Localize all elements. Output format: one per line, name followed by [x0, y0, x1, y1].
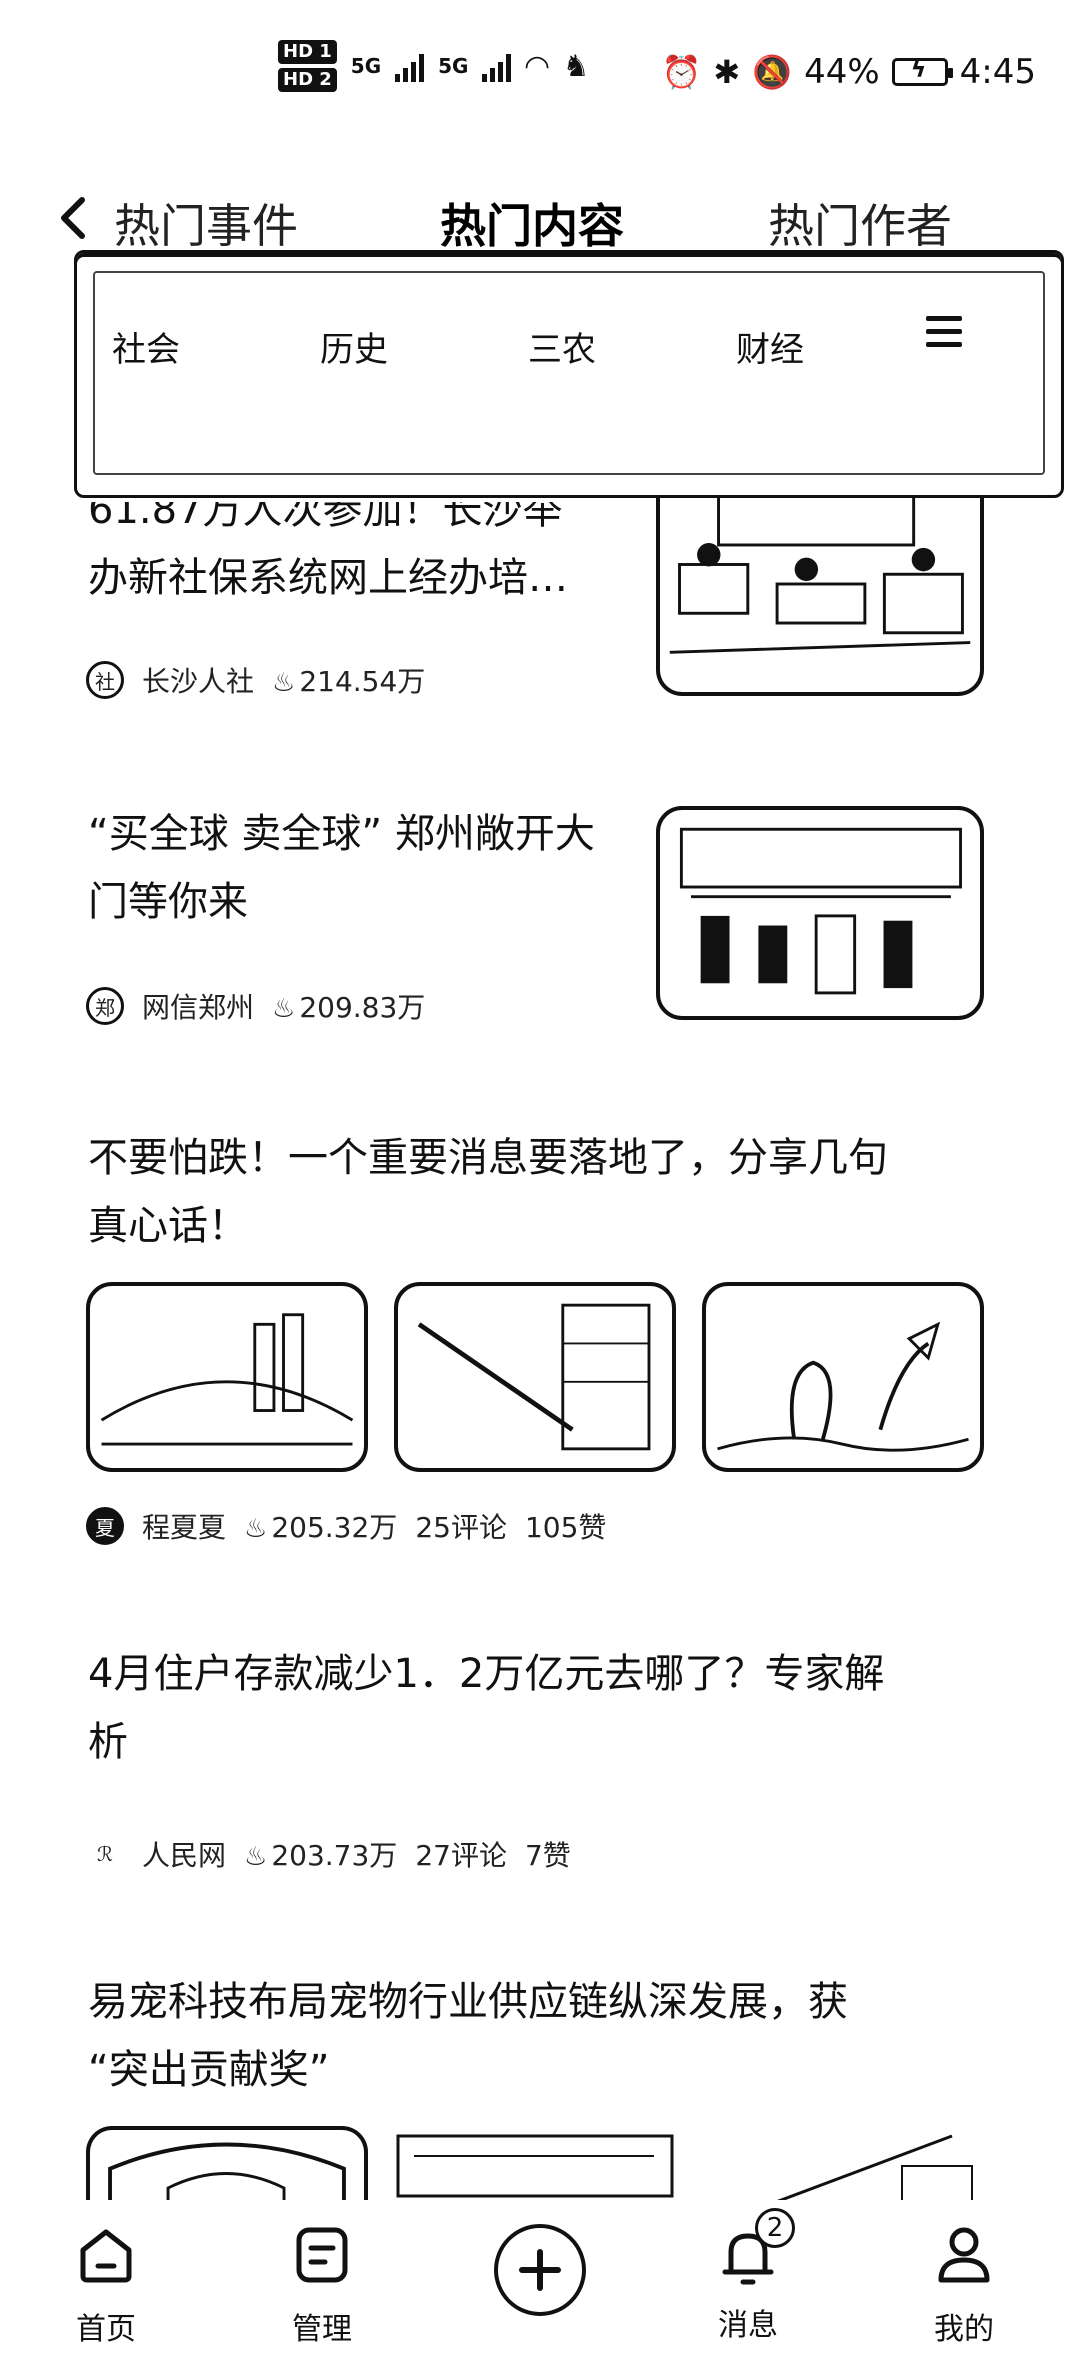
article-meta: 郑 网信郑州 ♨ 209.83万 [86, 986, 425, 1026]
nav-me[interactable]: 我的 [904, 2220, 1024, 2348]
nav-messages[interactable]: 2 消息 [688, 2208, 808, 2344]
views: ♨ 205.32万 [244, 1511, 398, 1544]
expo-image [679, 827, 962, 995]
back-icon[interactable] [54, 194, 94, 242]
views: ♨ 214.54万 [272, 665, 426, 698]
bluetooth-icon: ✱ [713, 53, 741, 91]
signal-icon-2 [482, 50, 512, 82]
tab-hot-authors[interactable]: 热门作者 [768, 190, 952, 256]
battery-icon [891, 55, 953, 86]
article-title-line2: 门等你来 [88, 879, 248, 925]
bottom-nav: 首页 管理 2 消息 我的 [0, 2200, 1080, 2376]
category-agriculture[interactable]: 三农 [528, 322, 596, 371]
nav-home-label: 首页 [76, 2312, 136, 2347]
wifi-icon: ◠ [525, 48, 549, 84]
article-title-line1: 易宠科技布局宠物行业供应链纵深发展，获 [88, 1979, 848, 2025]
nav-manage[interactable]: 管理 [262, 2220, 382, 2348]
plus-icon [519, 2249, 561, 2291]
nav-home[interactable]: 首页 [46, 2220, 166, 2348]
avatar: 夏 [86, 1507, 124, 1545]
fire-icon: ♨ [244, 1842, 268, 1872]
avatar: 郑 [86, 987, 124, 1025]
alarm-icon: ⏰ [661, 53, 702, 91]
user-icon [938, 2227, 990, 2283]
article-title-line2: 析 [88, 1719, 128, 1765]
mute-icon: 🔕 [752, 53, 793, 91]
create-button[interactable] [494, 2224, 586, 2316]
article-title-line2: “突出贡献奖” [88, 2047, 330, 2093]
article-thumbnail[interactable] [394, 1282, 676, 1472]
article-title-line1: 不要怕跌！一个重要消息要落地了，分享几句 [88, 1135, 888, 1181]
article-thumbnail[interactable] [86, 1282, 368, 1472]
home-icon [80, 2229, 132, 2283]
article-meta: 社 长沙人社 ♨ 214.54万 [86, 660, 425, 700]
article-thumbnail[interactable] [702, 1282, 984, 1472]
like-count: 7赞 [524, 1839, 571, 1872]
fire-icon: ♨ [272, 994, 296, 1024]
net1-label: 5G [350, 54, 382, 78]
author-name: 程夏夏 [142, 1511, 227, 1544]
buildings-image [417, 1303, 651, 1451]
article-card[interactable]: 4月住户存款减少1．2万亿元去哪了？专家解 析 [88, 1640, 992, 1776]
tab-hot-events[interactable]: 热门事件 [114, 190, 298, 256]
bull-bear-image [717, 1321, 969, 1452]
classroom-image [669, 494, 971, 654]
nav-messages-label: 消息 [718, 2308, 778, 2343]
article-title-line2: 办新社保系统网上经办培… [88, 555, 568, 601]
nav-manage-label: 管理 [292, 2312, 352, 2347]
author-name: 长沙人社 [142, 665, 255, 698]
like-count: 105赞 [524, 1511, 607, 1544]
bell-icon-wrap: 2 [713, 2208, 795, 2290]
category-finance[interactable]: 财经 [736, 322, 804, 371]
net2-label: 5G [438, 54, 469, 78]
author-name: 人民网 [142, 1839, 227, 1872]
category-popup-inner [93, 271, 1045, 475]
tab-hot-content[interactable]: 热门内容 [440, 190, 624, 256]
manage-icon [296, 2227, 348, 2283]
penguin-icon: ♞ [562, 48, 590, 84]
header: 热门事件 热门内容 热门作者 [0, 180, 1080, 260]
hd2-indicator: HD 2 [278, 68, 337, 92]
article-card[interactable]: 易宠科技布局宠物行业供应链纵深发展，获 “突出贡献奖” [88, 1968, 992, 2104]
comment-count: 25评论 [415, 1511, 507, 1544]
avatar: ℛ [86, 1835, 124, 1873]
nav-me-label: 我的 [934, 2312, 994, 2347]
message-badge: 2 [755, 2208, 795, 2248]
avatar: 社 [86, 661, 124, 699]
status-bar: HD 1 HD 2 5G 5G ◠ ♞ ⏰ ✱ 🔕 44% 4:45 [0, 0, 1080, 150]
article-meta: 夏 程夏夏 ♨ 205.32万 25评论 105赞 [86, 1506, 606, 1546]
category-history[interactable]: 历史 [320, 322, 388, 371]
article-meta: ℛ 人民网 ♨ 203.73万 27评论 7赞 [86, 1834, 571, 1874]
article-title-line2: 真心话！ [88, 1203, 248, 1249]
views: ♨ 209.83万 [272, 991, 426, 1024]
hd-indicators: HD 1 HD 2 [278, 40, 337, 92]
fire-icon: ♨ [272, 668, 296, 698]
city-bridge-image [100, 1313, 354, 1446]
views: ♨ 203.73万 [244, 1839, 398, 1872]
article-thumbnail[interactable] [656, 806, 984, 1020]
category-society[interactable]: 社会 [112, 322, 180, 371]
article-title-line1: 4月住户存款减少1．2万亿元去哪了？专家解 [88, 1651, 885, 1697]
category-menu-icon[interactable] [926, 316, 962, 352]
status-right: ⏰ ✱ 🔕 44% 4:45 [662, 52, 1036, 92]
status-left: HD 1 HD 2 5G 5G ◠ ♞ [278, 40, 589, 92]
hd1-indicator: HD 1 [278, 40, 337, 64]
author-name: 网信郑州 [142, 991, 255, 1024]
signal-icon [395, 50, 425, 82]
fire-icon: ♨ [244, 1514, 268, 1544]
comment-count: 27评论 [415, 1839, 507, 1872]
article-card[interactable]: “买全球 卖全球” 郑州敞开大 门等你来 [88, 800, 648, 936]
article-thumbnail[interactable] [656, 476, 984, 696]
article-card[interactable]: 不要怕跌！一个重要消息要落地了，分享几句 真心话！ [88, 1124, 992, 1260]
battery-percent: 44% [804, 52, 880, 92]
clock: 4:45 [959, 52, 1036, 92]
article-title-line1: “买全球 卖全球” 郑州敞开大 [88, 811, 595, 857]
category-popup [74, 250, 1064, 498]
